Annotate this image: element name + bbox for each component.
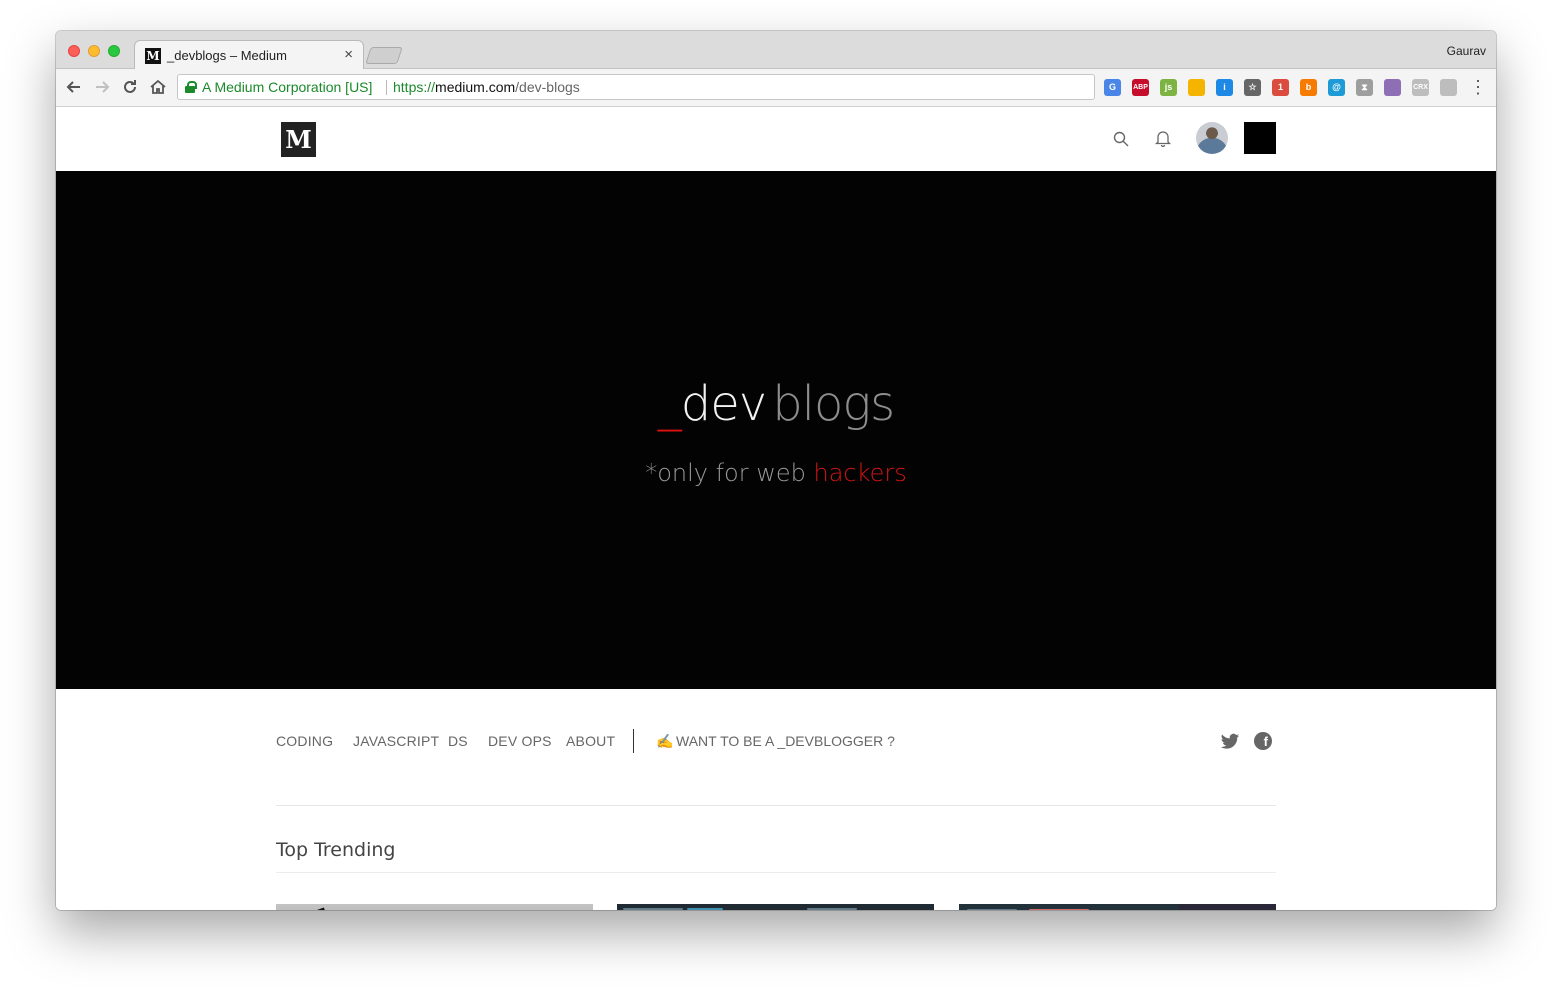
writing-hand-icon: ✍	[656, 733, 674, 749]
tab-strip: M _devblogs – Medium × Gaurav	[56, 31, 1496, 70]
bookmark-star-icon[interactable]: ☆	[1244, 79, 1261, 96]
arrow-left-icon	[66, 81, 80, 93]
nav-link-coding[interactable]: CODING	[276, 733, 333, 749]
lock-icon	[185, 81, 197, 93]
url-path: /dev-blogs	[515, 79, 580, 95]
new-tab-button[interactable]	[365, 47, 403, 64]
home-icon	[150, 79, 166, 94]
trending-card-2-image[interactable]	[617, 904, 934, 910]
nodejs-icon[interactable]: js	[1160, 79, 1177, 96]
trending-card-3-image[interactable]	[959, 904, 1276, 910]
at-extension-icon[interactable]: @	[1328, 79, 1345, 96]
address-bar[interactable]: A Medium Corporation [US] https://medium…	[177, 74, 1095, 100]
tab-close-icon[interactable]: ×	[344, 46, 353, 63]
nav-link-dev-ops[interactable]: DEV OPS	[488, 733, 552, 749]
become-devblogger-label: WANT TO BE A _DEVBLOGGER ?	[676, 733, 895, 749]
url-scheme: https://	[393, 79, 436, 95]
security-label: A Medium Corporation [US]	[202, 79, 373, 95]
tab-devblogs[interactable]: M _devblogs – Medium ×	[134, 40, 364, 70]
nav-divider-line	[276, 805, 1276, 806]
search-icon[interactable]	[1113, 131, 1129, 147]
bell-icon[interactable]	[1154, 129, 1172, 147]
user-avatar[interactable]	[1196, 122, 1228, 154]
browser-menu-icon[interactable]: ⋮	[1468, 77, 1488, 97]
hero-title-dev: dev	[680, 376, 767, 432]
hero-title: _dev blogs	[56, 376, 1496, 432]
section-title: Top Trending	[276, 839, 396, 861]
hero-banner: _dev blogs *only for web hackers	[56, 171, 1496, 689]
trending-card-1-image[interactable]	[276, 904, 593, 910]
nav-link-javascript[interactable]: JAVASCRIPT	[353, 733, 439, 749]
nav-link-ds[interactable]: DS	[448, 733, 468, 749]
hero-title-blogs: blogs	[772, 376, 895, 432]
zoom-window-button[interactable]	[108, 45, 120, 57]
profile-name[interactable]: Gaurav	[1447, 44, 1486, 58]
home-button[interactable]	[148, 77, 168, 97]
hero-subtitle-accent: hackers	[813, 459, 907, 487]
section-divider-line	[276, 872, 1276, 873]
publication-thumbnail[interactable]	[1244, 122, 1276, 154]
arrow-right-icon	[96, 81, 110, 93]
pocket-extension-icon[interactable]: b	[1300, 79, 1317, 96]
chart-extension-icon[interactable]	[1188, 79, 1205, 96]
crx-icon[interactable]: CRX	[1412, 79, 1429, 96]
url-text: https://medium.com/dev-blogs	[393, 75, 580, 99]
twitter-icon[interactable]	[1220, 733, 1240, 751]
hero-subtitle-main: *only for web	[645, 459, 814, 487]
react-devtools-icon[interactable]	[1440, 79, 1457, 96]
tab-title: _devblogs – Medium	[167, 48, 287, 63]
browser-toolbar: A Medium Corporation [US] https://medium…	[56, 69, 1496, 107]
info-extension-icon[interactable]: i	[1216, 79, 1233, 96]
hourglass-icon[interactable]: ⧗	[1356, 79, 1373, 96]
address-separator	[386, 80, 387, 95]
minimize-window-button[interactable]	[88, 45, 100, 57]
medium-favicon-icon: M	[145, 48, 161, 64]
forward-button[interactable]	[92, 77, 112, 97]
reload-icon	[124, 80, 136, 93]
page-content: M _dev blogs *only for web hackers CODING…	[56, 107, 1496, 910]
hero-subtitle: *only for web hackers	[56, 459, 1496, 487]
adblock-plus-icon[interactable]: ABP	[1132, 79, 1149, 96]
url-host: medium.com	[435, 79, 516, 95]
publication-nav: CODING JAVASCRIPT DS DEV OPS ABOUT ✍ WANT…	[276, 723, 1276, 763]
octocat-icon[interactable]	[1384, 79, 1401, 96]
hero-title-underscore: _	[657, 376, 682, 432]
google-translate-icon[interactable]: G	[1104, 79, 1121, 96]
todoist-icon[interactable]: 1	[1272, 79, 1289, 96]
facebook-icon[interactable]: f	[1254, 732, 1272, 750]
nav-divider	[633, 729, 634, 753]
browser-window: M _devblogs – Medium × Gaurav A Medium C…	[56, 31, 1496, 910]
medium-logo[interactable]: M	[281, 122, 316, 157]
reload-button[interactable]	[120, 77, 140, 97]
become-devblogger-link[interactable]: ✍ WANT TO BE A _DEVBLOGGER ?	[656, 733, 895, 750]
close-window-button[interactable]	[68, 45, 80, 57]
nav-link-about[interactable]: ABOUT	[566, 733, 615, 749]
back-button[interactable]	[64, 77, 84, 97]
site-header: M	[56, 107, 1496, 171]
